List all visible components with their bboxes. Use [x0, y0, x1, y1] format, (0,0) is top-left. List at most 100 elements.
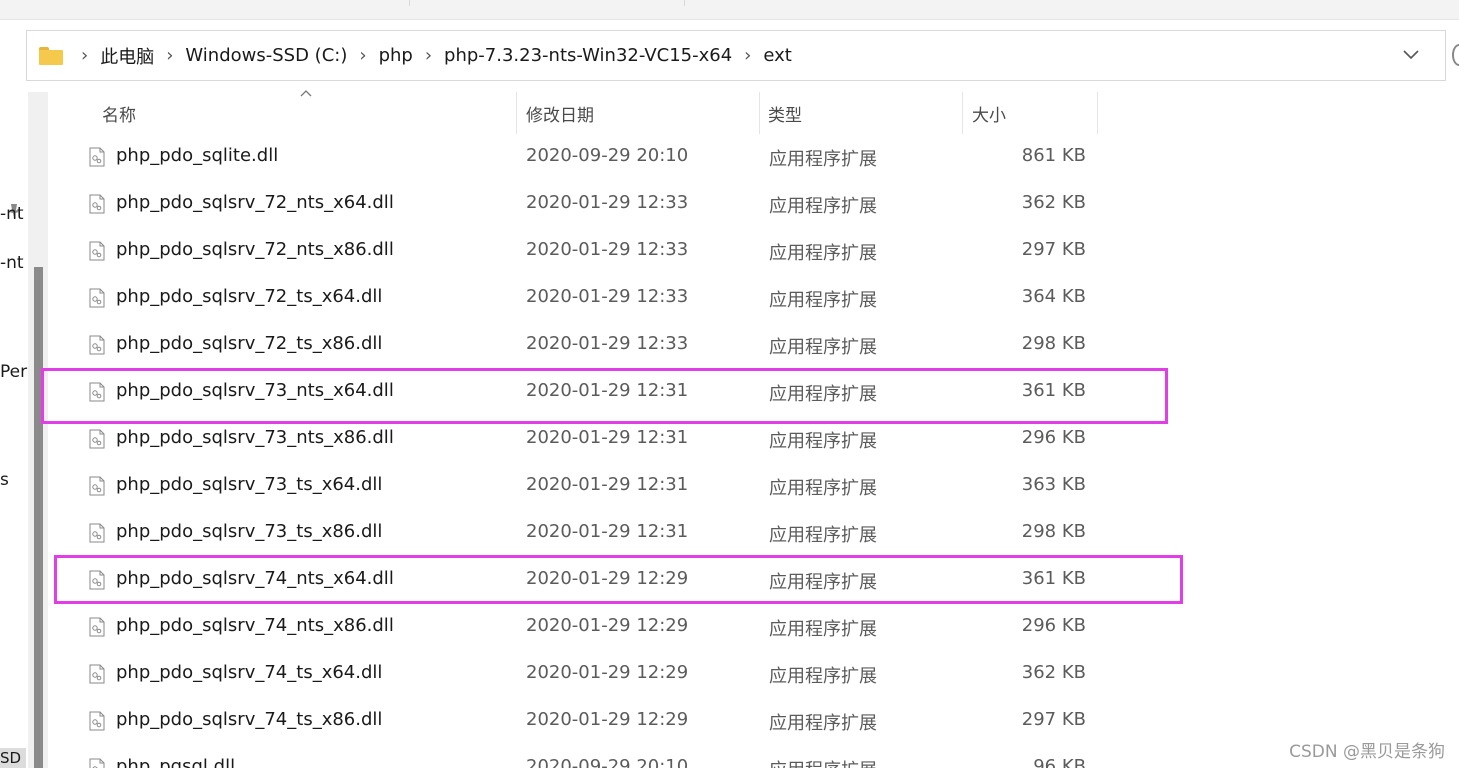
nav-item-label[interactable]: Pers: [0, 362, 28, 382]
breadcrumb: › 此电脑 › Windows-SSD (C:) › php › php-7.3…: [69, 43, 792, 69]
column-headers: 名称 修改日期 类型 大小: [56, 90, 1106, 134]
file-date: 2020-01-29 12:33: [526, 333, 689, 354]
file-date: 2020-01-29 12:33: [526, 192, 689, 213]
chevron-down-icon[interactable]: [1401, 44, 1421, 64]
address-bar[interactable]: › 此电脑 › Windows-SSD (C:) › php › php-7.3…: [26, 30, 1446, 81]
breadcrumb-item[interactable]: ext: [763, 45, 791, 66]
file-type: 应用程序扩展: [769, 384, 877, 405]
file-name: php_pdo_sqlsrv_73_ts_x86.dll: [116, 521, 383, 542]
folder-icon: [39, 46, 63, 65]
nav-item-label[interactable]: -nt: [0, 204, 24, 224]
toolbar-segment: [0, 0, 410, 6]
file-size: 861 KB: [1021, 145, 1086, 166]
file-name: php_pdo_sqlsrv_72_ts_x86.dll: [116, 333, 383, 354]
file-type: 应用程序扩展: [769, 525, 877, 546]
navigation-pane: -nt -nt Pers s: [0, 90, 28, 768]
refresh-icon[interactable]: [1452, 44, 1459, 66]
dll-file-icon: [89, 617, 105, 637]
file-row[interactable]: php_pdo_sqlsrv_74_nts_x86.dll 2020-01-29 …: [56, 604, 1156, 651]
scrollbar-thumb[interactable]: [34, 267, 43, 768]
top-toolbar-strip: [0, 0, 1459, 20]
file-date: 2020-01-29 12:29: [526, 568, 689, 589]
file-type: 应用程序扩展: [769, 337, 877, 358]
file-row[interactable]: php_pdo_sqlite.dll 2020-09-29 20:10 应用程序扩展…: [56, 134, 1156, 181]
file-size: 297 KB: [1021, 239, 1086, 260]
file-row[interactable]: php_pdo_sqlsrv_74_ts_x86.dll 2020-01-29 1…: [56, 698, 1156, 745]
file-size: 296 KB: [1021, 427, 1086, 448]
chevron-right-icon[interactable]: ›: [744, 45, 751, 66]
column-header-date[interactable]: 修改日期: [526, 92, 594, 134]
file-date: 2020-01-29 12:33: [526, 286, 689, 307]
nav-item-label[interactable]: -nt: [0, 253, 24, 273]
file-row[interactable]: php_pdo_sqlsrv_74_ts_x64.dll 2020-01-29 1…: [56, 651, 1156, 698]
file-size: 296 KB: [1021, 615, 1086, 636]
dll-file-icon: [89, 429, 105, 449]
chevron-right-icon[interactable]: ›: [166, 45, 173, 66]
dll-file-icon: [89, 194, 105, 214]
file-date: 2020-01-29 12:31: [526, 427, 689, 448]
nav-item-label[interactable]: s: [0, 470, 9, 490]
file-size: 361 KB: [1021, 568, 1086, 589]
nav-scrollbar[interactable]: [28, 92, 48, 768]
breadcrumb-item[interactable]: 此电脑: [100, 43, 154, 69]
file-size: 363 KB: [1021, 474, 1086, 495]
file-size: 361 KB: [1021, 380, 1086, 401]
file-date: 2020-01-29 12:29: [526, 662, 689, 683]
file-row[interactable]: php_pdo_sqlsrv_73_ts_x64.dll 2020-01-29 1…: [56, 463, 1156, 510]
file-type: 应用程序扩展: [769, 243, 877, 264]
chevron-right-icon[interactable]: ›: [81, 45, 88, 66]
file-row[interactable]: php_pdo_sqlsrv_72_nts_x64.dll 2020-01-29 …: [56, 181, 1156, 228]
breadcrumb-item[interactable]: php-7.3.23-nts-Win32-VC15-x64: [444, 45, 732, 66]
file-type: 应用程序扩展: [769, 431, 877, 452]
dll-file-icon: [89, 382, 105, 402]
toolbar-segment: [410, 0, 685, 6]
column-divider[interactable]: [759, 92, 760, 134]
file-row[interactable]: php_pdo_sqlsrv_74_nts_x64.dll 2020-01-29 …: [56, 557, 1156, 604]
file-type: 应用程序扩展: [769, 619, 877, 640]
breadcrumb-item[interactable]: Windows-SSD (C:): [185, 45, 347, 66]
file-row[interactable]: php_pdo_sqlsrv_73_ts_x86.dll 2020-01-29 1…: [56, 510, 1156, 557]
file-name: php_pdo_sqlite.dll: [116, 145, 279, 166]
column-divider[interactable]: [1097, 92, 1098, 134]
file-row[interactable]: php_pdo_sqlsrv_72_ts_x64.dll 2020-01-29 1…: [56, 275, 1156, 322]
column-header-type[interactable]: 类型: [768, 92, 802, 134]
file-row[interactable]: php_pdo_sqlsrv_72_nts_x86.dll 2020-01-29 …: [56, 228, 1156, 275]
column-divider[interactable]: [962, 92, 963, 134]
file-size: 362 KB: [1021, 662, 1086, 683]
dll-file-icon: [89, 476, 105, 496]
file-date: 2020-01-29 12:31: [526, 521, 689, 542]
sort-ascending-icon: [300, 90, 312, 97]
file-explorer-window: › 此电脑 › Windows-SSD (C:) › php › php-7.3…: [0, 0, 1459, 768]
file-size: 96 KB: [1033, 756, 1086, 768]
file-name: php_pdo_sqlsrv_74_ts_x64.dll: [116, 662, 383, 683]
file-type: 应用程序扩展: [769, 149, 877, 170]
file-row[interactable]: php_pdo_sqlsrv_72_ts_x86.dll 2020-01-29 1…: [56, 322, 1156, 369]
chevron-right-icon[interactable]: ›: [425, 45, 432, 66]
file-name: php_pdo_sqlsrv_73_nts_x86.dll: [116, 427, 394, 448]
file-date: 2020-01-29 12:33: [526, 239, 689, 260]
file-name: php_pdo_sqlsrv_73_nts_x64.dll: [116, 380, 394, 401]
dll-file-icon: [89, 664, 105, 684]
breadcrumb-item[interactable]: php: [379, 45, 413, 66]
chevron-right-icon[interactable]: ›: [359, 45, 366, 66]
file-type: 应用程序扩展: [769, 572, 877, 593]
file-size: 298 KB: [1021, 333, 1086, 354]
column-header-size[interactable]: 大小: [972, 92, 1006, 134]
nav-item-label[interactable]: SD: [0, 748, 26, 768]
file-date: 2020-01-29 12:31: [526, 380, 689, 401]
file-name: php_pdo_sqlsrv_74_ts_x86.dll: [116, 709, 383, 730]
column-header-name[interactable]: 名称: [102, 92, 136, 134]
dll-file-icon: [89, 758, 105, 768]
file-row[interactable]: php_pgsql.dll 2020-09-29 20:10 应用程序扩展 96 KB: [56, 745, 1156, 768]
file-type: 应用程序扩展: [769, 666, 877, 687]
file-row[interactable]: php_pdo_sqlsrv_73_nts_x86.dll 2020-01-29 …: [56, 416, 1156, 463]
file-name: php_pdo_sqlsrv_74_nts_x64.dll: [116, 568, 394, 589]
file-row[interactable]: php_pdo_sqlsrv_73_nts_x64.dll 2020-01-29 …: [56, 369, 1156, 416]
dll-file-icon: [89, 523, 105, 543]
file-name: php_pdo_sqlsrv_74_nts_x86.dll: [116, 615, 394, 636]
dll-file-icon: [89, 335, 105, 355]
file-name: php_pdo_sqlsrv_72_nts_x64.dll: [116, 192, 394, 213]
dll-file-icon: [89, 147, 105, 167]
column-divider[interactable]: [516, 92, 517, 134]
watermark: CSDN @黑贝是条狗: [1289, 742, 1445, 762]
